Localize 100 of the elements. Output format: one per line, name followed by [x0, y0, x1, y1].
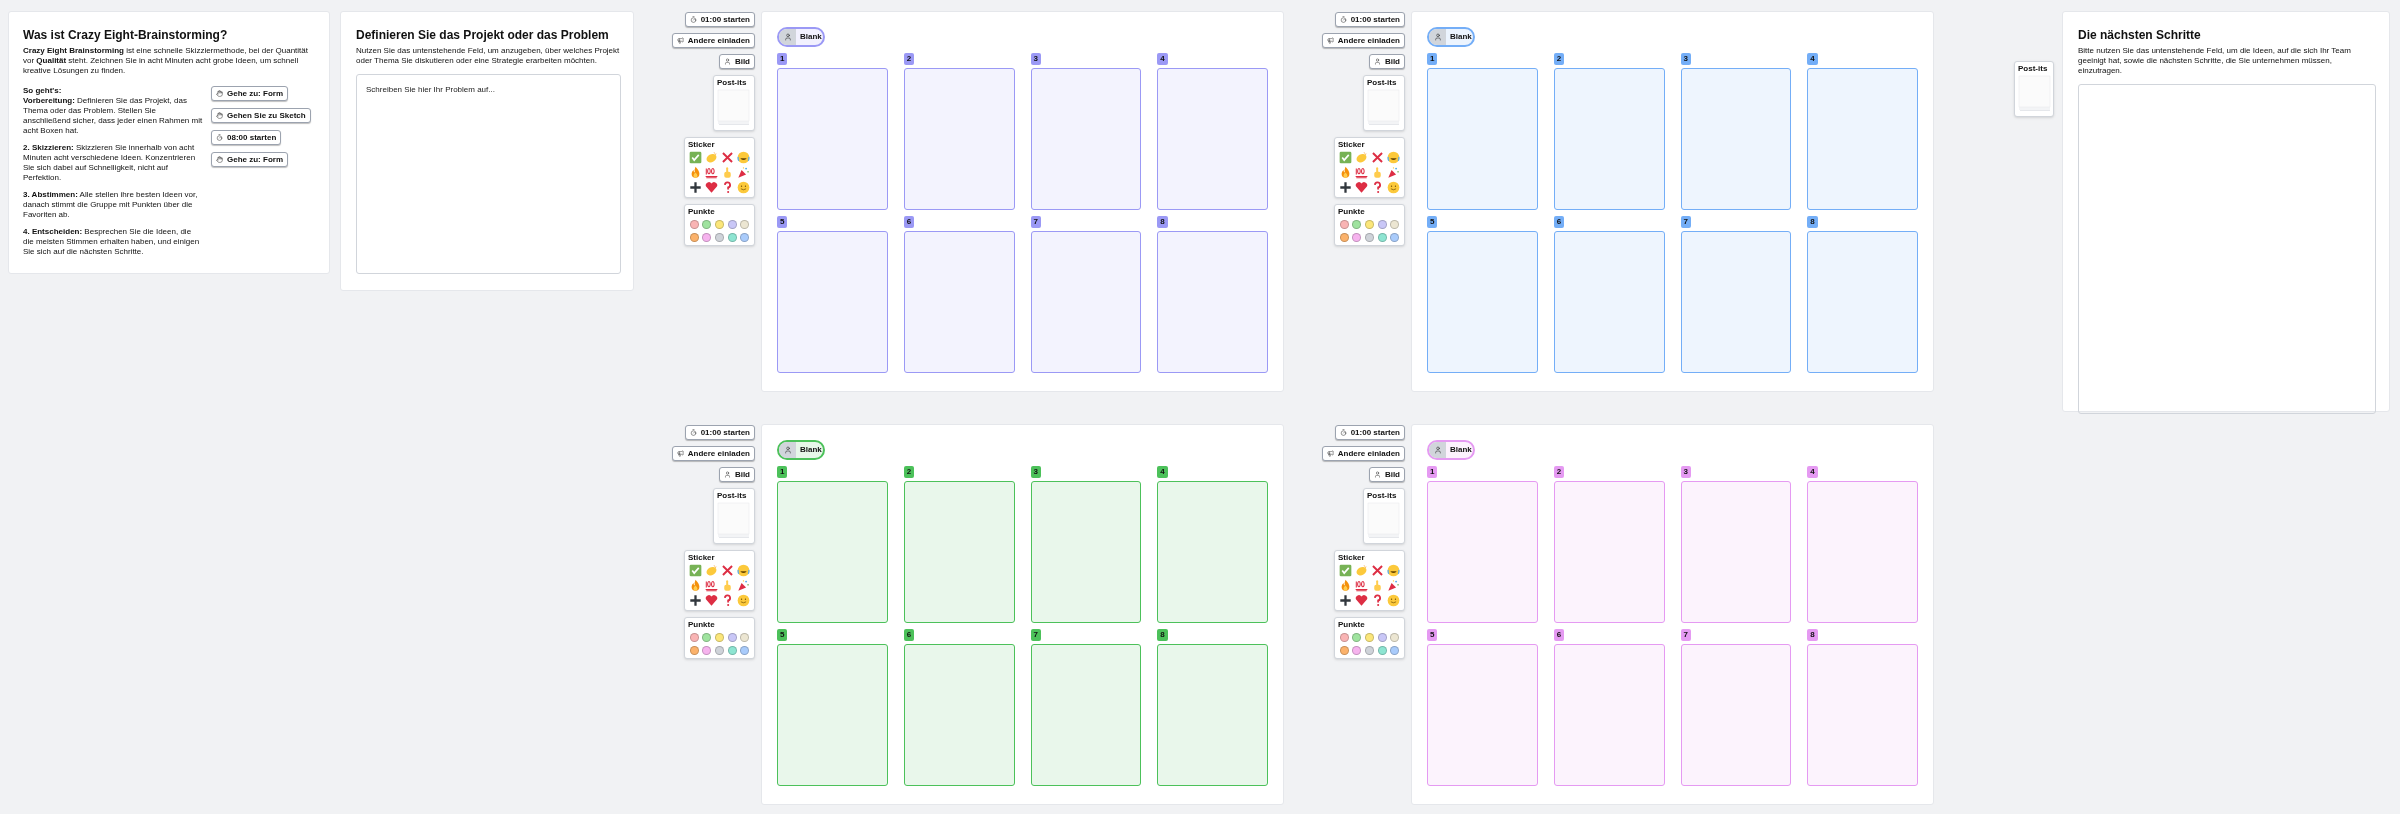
owner-pill[interactable]: Blank — [1427, 440, 1475, 460]
next-steps-input-field[interactable] — [2078, 84, 2376, 414]
sketch-box[interactable] — [903, 481, 1015, 623]
user-icon — [1373, 471, 1381, 478]
megaphone-icon — [1326, 37, 1334, 44]
sketch-box[interactable] — [1680, 231, 1792, 373]
hundred-points-icon[interactable] — [704, 166, 718, 179]
action-button[interactable]: Gehen Sie zu Sketch — [211, 108, 311, 123]
sketch-box[interactable] — [903, 231, 1015, 373]
owner-pill[interactable]: Blank — [777, 440, 825, 460]
sketch-box[interactable] — [1427, 644, 1538, 786]
laughing-face-icon[interactable] — [1387, 151, 1401, 164]
laughing-face-icon[interactable] — [737, 564, 751, 577]
timer-icon — [689, 429, 697, 436]
megaphone-icon — [676, 37, 684, 44]
check-mark-icon[interactable] — [688, 564, 702, 577]
invite-button[interactable]: Andere einladen — [1321, 33, 1405, 48]
sketch-box[interactable] — [1807, 68, 1918, 210]
person-button[interactable]: Bild — [1368, 467, 1405, 482]
sketch-box[interactable] — [1030, 481, 1142, 623]
sketch-box[interactable] — [1030, 231, 1142, 373]
sticky-note-stack-icon[interactable] — [717, 89, 751, 127]
sketch-box[interactable] — [1157, 644, 1268, 786]
sketch-box[interactable] — [903, 644, 1015, 786]
sketch-box[interactable] — [1553, 644, 1665, 786]
sketch-box[interactable] — [1553, 481, 1665, 623]
check-mark-icon[interactable] — [1338, 151, 1352, 164]
smiling-face-icon[interactable] — [1387, 181, 1401, 194]
invite-button[interactable]: Andere einladen — [671, 446, 755, 461]
smiling-face-icon[interactable] — [737, 181, 751, 194]
sketch-box[interactable] — [903, 68, 1015, 210]
invite-button[interactable]: Andere einladen — [671, 33, 755, 48]
owner-pill[interactable]: Blank — [1427, 27, 1475, 47]
hand-icon — [216, 112, 223, 119]
sketch-box[interactable] — [1030, 644, 1142, 786]
plus-icon[interactable] — [688, 594, 702, 607]
check-mark-icon[interactable] — [688, 151, 702, 164]
sketch-box[interactable] — [1157, 481, 1268, 623]
smiling-face-icon[interactable] — [737, 594, 751, 607]
sketch-box[interactable] — [1030, 68, 1142, 210]
start-timer-button[interactable]: 01:00 starten — [1334, 425, 1405, 440]
action-button[interactable]: 08:00 starten — [211, 130, 282, 145]
start-timer-button[interactable]: 01:00 starten — [684, 425, 755, 440]
cross-mark-icon[interactable] — [1371, 151, 1385, 164]
heart-icon[interactable] — [704, 594, 718, 607]
sketch-box[interactable] — [1157, 231, 1268, 373]
party-popper-icon[interactable] — [1387, 166, 1401, 179]
sketch-box[interactable] — [777, 68, 888, 210]
sketch-box[interactable] — [777, 231, 888, 373]
sketch-box[interactable] — [1427, 481, 1538, 623]
sketch-box[interactable] — [1807, 231, 1918, 373]
sketch-box[interactable] — [1427, 231, 1538, 373]
plus-icon[interactable] — [1338, 181, 1352, 194]
action-button[interactable]: Gehe zu: Form — [211, 152, 288, 167]
sketch-box[interactable] — [1427, 68, 1538, 210]
card-description: Nutzen Sie das untenstehende Feld, um anzugeben, über welches Projekt oder Thema Sie diskutieren oder eine Strategie erarbeiten möchten. — [356, 46, 621, 66]
sticky-note-stack-icon[interactable] — [1367, 502, 1401, 540]
sketch-box[interactable] — [1680, 68, 1792, 210]
check-mark-icon[interactable] — [1338, 564, 1352, 577]
sketch-number-badge: 1 — [1427, 53, 1438, 65]
cross-mark-icon[interactable] — [721, 151, 735, 164]
heart-icon[interactable] — [1354, 181, 1368, 194]
sticky-note-stack-icon[interactable] — [1367, 89, 1401, 127]
owner-pill[interactable]: Blank — [777, 27, 825, 47]
laughing-face-icon[interactable] — [737, 151, 751, 164]
sticky-note-stack-icon[interactable] — [717, 502, 751, 540]
sketch-box[interactable] — [777, 644, 888, 786]
person-button[interactable]: Bild — [1368, 54, 1405, 69]
sketch-box[interactable] — [1553, 231, 1665, 373]
heart-icon[interactable] — [704, 181, 718, 194]
action-button[interactable]: Gehe zu: Form — [211, 86, 288, 101]
party-popper-icon[interactable] — [737, 166, 751, 179]
hundred-points-icon[interactable] — [704, 579, 718, 592]
smiling-face-icon[interactable] — [1387, 594, 1401, 607]
sketch-box[interactable] — [777, 481, 888, 623]
sketch-box[interactable] — [1553, 68, 1665, 210]
plus-icon[interactable] — [688, 181, 702, 194]
start-timer-button[interactable]: 01:00 starten — [684, 12, 755, 27]
laughing-face-icon[interactable] — [1387, 564, 1401, 577]
person-button[interactable]: Bild — [718, 467, 755, 482]
sticky-note-stack-icon[interactable] — [2018, 75, 2052, 113]
party-popper-icon[interactable] — [737, 579, 751, 592]
heart-icon[interactable] — [1354, 594, 1368, 607]
sketch-box[interactable] — [1680, 481, 1792, 623]
person-button[interactable]: Bild — [718, 54, 755, 69]
sketch-box[interactable] — [1680, 644, 1792, 786]
cross-mark-icon[interactable] — [721, 564, 735, 577]
panel-label: Punkte — [688, 621, 716, 629]
intro-text: Crazy Eight Brainstorming ist eine schnelle Skizziermethode, bei der Quantität vor Qualität steht. Zeichnen Sie in acht Minuten acht grobe Ideen, um schnell kreative Lösungen zu finden. — [23, 46, 309, 76]
party-popper-icon[interactable] — [1387, 579, 1401, 592]
problem-input-field[interactable]: Schreiben Sie hier Ihr Problem auf... — [356, 74, 621, 274]
sketch-box[interactable] — [1157, 68, 1268, 210]
sketch-box[interactable] — [1807, 644, 1918, 786]
plus-icon[interactable] — [1338, 594, 1352, 607]
hundred-points-icon[interactable] — [1354, 579, 1368, 592]
invite-button[interactable]: Andere einladen — [1321, 446, 1405, 461]
start-timer-button[interactable]: 01:00 starten — [1334, 12, 1405, 27]
cross-mark-icon[interactable] — [1371, 564, 1385, 577]
sketch-box[interactable] — [1807, 481, 1918, 623]
hundred-points-icon[interactable] — [1354, 166, 1368, 179]
